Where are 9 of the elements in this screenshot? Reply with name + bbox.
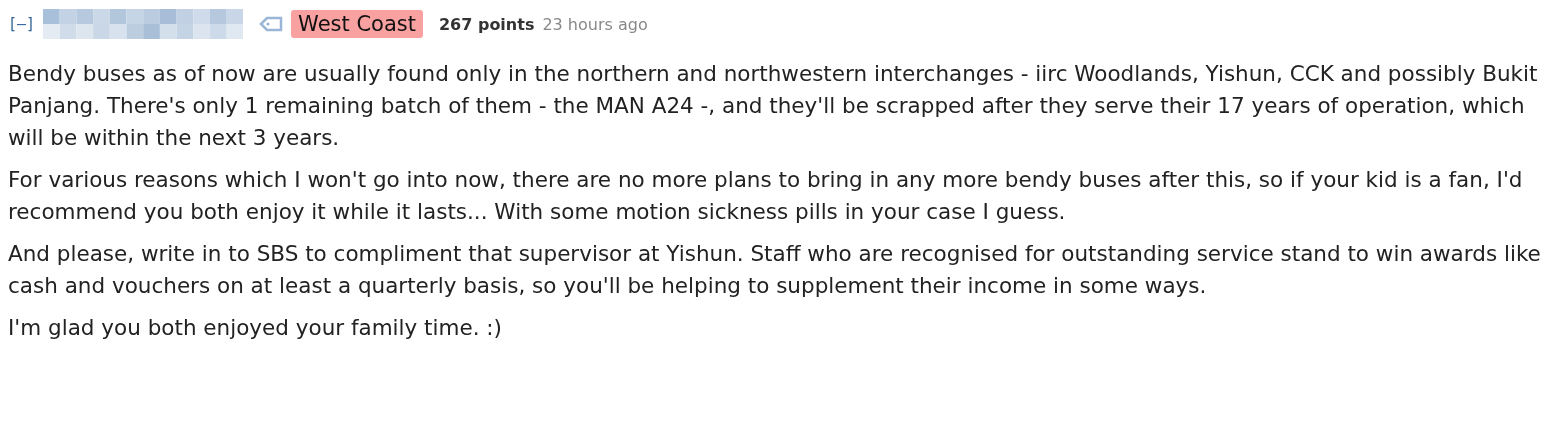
comment-paragraph: For various reasons which I won't go into now, there are no more plans to bring in any more bendy buses after this, so if your kid is a fan, I'd recommend you both enjoy it while it lasts... With some motion sickness pills in your case I guess.: [8, 166, 1524, 226]
user-flair: West Coast: [291, 10, 423, 38]
comment-paragraph: I'm glad you both enjoyed your family time. :): [8, 314, 503, 342]
collapse-toggle[interactable]: [–]: [8, 15, 36, 33]
tag-icon: [259, 16, 284, 32]
comment-score: 267 points: [438, 14, 535, 34]
comment-paragraph: Bendy buses as of now are usually found only in the northern and northwestern interchanges - iirc Woodlands, Yishun, CCK and possibly Bukit Panjang. There's only 1 remaining batch of them - the MAN A24 -, and they'll be scrapped after they serve their 17 years of operation, which will be within the next 3 years.: [8, 60, 1539, 152]
comment-paragraph: And please, write in to SBS to compliment that supervisor at Yishun. Staff who are recognised for outstanding service stand to win awards like cash and vouchers on at least a quarterly basis, so you'll be helping to supplement their income in some ways.: [8, 240, 1542, 300]
comment-time: 23 hours ago: [542, 14, 648, 34]
